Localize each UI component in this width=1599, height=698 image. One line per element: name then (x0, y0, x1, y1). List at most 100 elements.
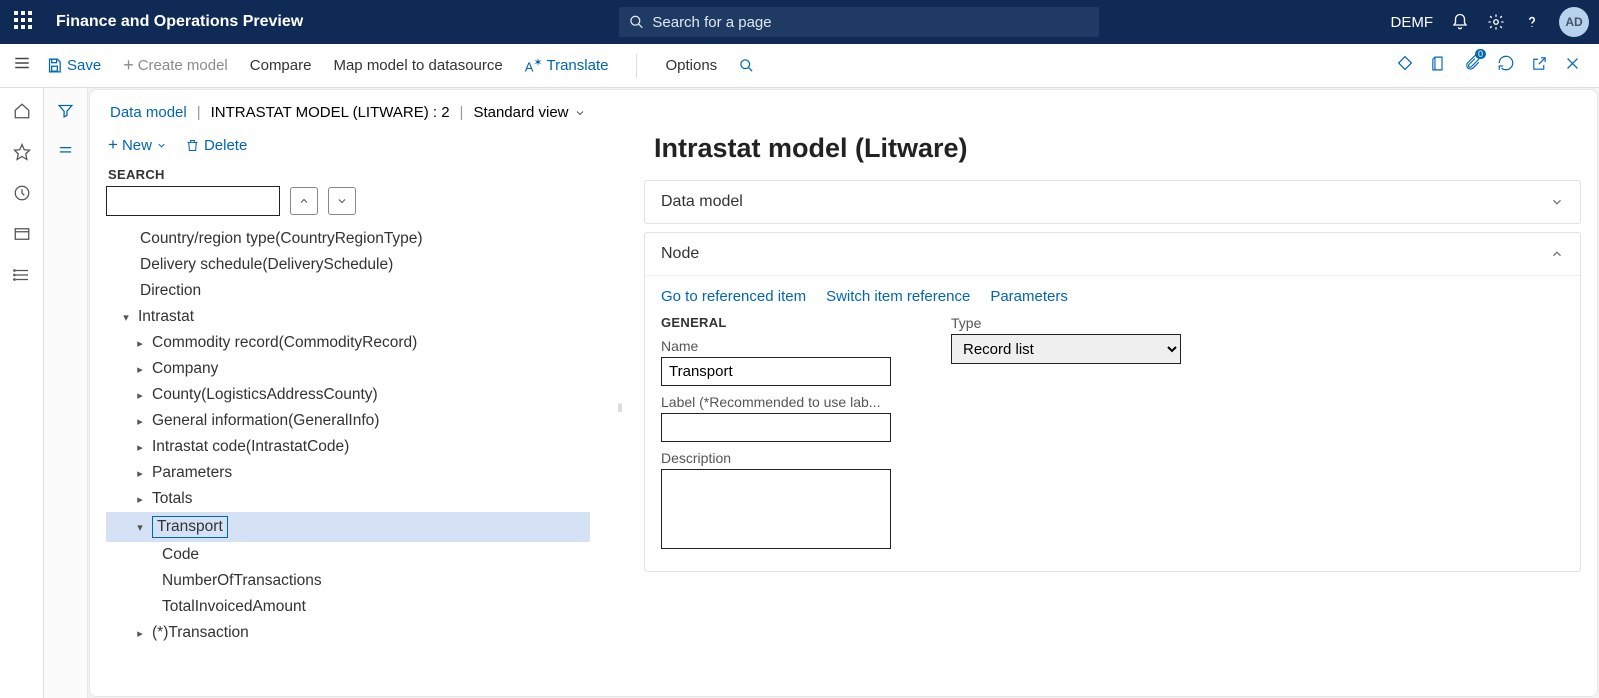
delete-button[interactable]: Delete (185, 135, 247, 155)
related-icon[interactable] (57, 142, 74, 164)
global-search-box[interactable] (619, 7, 1099, 37)
tree-node[interactable]: ▸County(LogisticsAddressCounty) (106, 382, 590, 408)
caret-down-icon: ▾ (134, 521, 146, 534)
section-header[interactable]: Node (645, 233, 1580, 275)
type-field-label: Type (951, 315, 1181, 331)
modules-icon[interactable] (13, 266, 31, 289)
delete-label: Delete (204, 137, 247, 154)
description-field-label: Description (661, 450, 891, 466)
link-switch-reference[interactable]: Switch item reference (826, 288, 970, 305)
bell-icon[interactable] (1451, 13, 1469, 31)
link-parameters[interactable]: Parameters (990, 288, 1068, 305)
tree-node[interactable]: ▾Intrastat (106, 304, 590, 330)
new-button[interactable]: + New (108, 135, 167, 155)
tree-node[interactable]: TotalInvoicedAmount (106, 594, 590, 620)
filter-rail (44, 88, 88, 698)
tree-node[interactable]: ▸Totals (106, 486, 590, 512)
close-icon[interactable] (1564, 55, 1581, 77)
workspace-icon[interactable] (13, 225, 31, 248)
recent-icon[interactable] (13, 184, 31, 207)
label-field[interactable] (661, 413, 891, 442)
breadcrumb-root[interactable]: Data model (110, 104, 187, 121)
type-field[interactable]: Record list (951, 334, 1181, 364)
paper-icon[interactable] (1430, 55, 1447, 77)
popout-icon[interactable] (1531, 55, 1548, 77)
gear-icon[interactable] (1487, 13, 1505, 31)
section-node: Node Go to referenced item Switch item r… (644, 232, 1581, 572)
home-icon[interactable] (13, 102, 31, 125)
separator (636, 54, 637, 78)
tree-node[interactable]: ▸Company (106, 356, 590, 382)
chevron-down-icon (336, 195, 348, 207)
filter-icon[interactable] (57, 102, 74, 124)
map-model-button[interactable]: Map model to datasource (331, 53, 504, 78)
tree-node[interactable]: Delivery schedule(DeliverySchedule) (106, 252, 590, 278)
search-down-button[interactable] (328, 187, 356, 215)
tree-node[interactable]: NumberOfTransactions (106, 568, 590, 594)
help-icon[interactable] (1523, 13, 1541, 31)
page-title: Intrastat model (Litware) (644, 129, 1581, 180)
inline-search-button[interactable] (737, 54, 756, 77)
caret-right-icon: ▸ (134, 415, 146, 428)
tree-node[interactable]: Country/region type(CountryRegionType) (106, 226, 590, 252)
save-label: Save (67, 57, 101, 74)
company-code[interactable]: DEMF (1391, 14, 1434, 31)
chevron-down-icon (156, 140, 167, 151)
caret-right-icon: ▸ (134, 363, 146, 376)
compare-button[interactable]: Compare (248, 53, 314, 78)
description-field[interactable] (661, 469, 891, 549)
translate-button[interactable]: A✶ Translate (523, 52, 611, 78)
name-field[interactable] (661, 357, 891, 386)
save-button[interactable]: Save (44, 53, 103, 78)
section-title: Node (661, 245, 699, 263)
tree-search-input[interactable] (106, 186, 280, 216)
create-model-label: Create model (138, 57, 228, 74)
tree-node[interactable]: ▸Intrastat code(IntrastatCode) (106, 434, 590, 460)
tree-node[interactable]: Code (106, 542, 590, 568)
general-section-label: GENERAL (661, 315, 891, 330)
global-search-input[interactable] (652, 14, 1089, 31)
separator: | (460, 104, 464, 121)
hamburger-icon[interactable] (8, 54, 36, 77)
search-up-button[interactable] (290, 187, 318, 215)
trash-icon (185, 138, 200, 153)
tree-node[interactable]: Direction (106, 278, 590, 304)
caret-right-icon: ▸ (134, 389, 146, 402)
tree-node[interactable]: ▸General information(GeneralInfo) (106, 408, 590, 434)
star-icon[interactable] (13, 143, 31, 166)
section-data-model: Data model (644, 180, 1581, 224)
name-field-label: Name (661, 338, 891, 354)
caret-right-icon: ▸ (134, 493, 146, 506)
breadcrumb-title: INTRASTAT MODEL (LITWARE) : 2 (211, 104, 450, 121)
caret-right-icon: ▸ (134, 337, 146, 350)
chevron-up-icon (298, 195, 310, 207)
tree-node[interactable]: ▸Commodity record(CommodityRecord) (106, 330, 590, 356)
create-model-button[interactable]: + Create model (121, 51, 230, 80)
caret-right-icon: ▸ (134, 467, 146, 480)
user-avatar[interactable]: AD (1559, 7, 1589, 37)
tree-node[interactable]: ▸Parameters (106, 460, 590, 486)
caret-right-icon: ▸ (134, 627, 146, 640)
caret-right-icon: ▸ (134, 441, 146, 454)
search-section-label: SEARCH (108, 167, 596, 182)
app-launcher-icon[interactable] (14, 11, 36, 33)
tree-node[interactable]: ▸(*)Transaction (106, 620, 590, 646)
diamond-icon[interactable] (1396, 54, 1414, 77)
link-go-to-referenced[interactable]: Go to referenced item (661, 288, 806, 305)
splitter-handle[interactable]: ‖ (616, 129, 624, 686)
chevron-up-icon (1550, 247, 1564, 261)
chevron-down-icon (1550, 195, 1564, 209)
view-label: Standard view (473, 104, 568, 121)
chevron-down-icon (574, 107, 586, 119)
section-header[interactable]: Data model (645, 181, 1580, 223)
refresh-icon[interactable] (1497, 54, 1515, 77)
attachment-icon[interactable]: 0 (1463, 54, 1481, 77)
map-model-label: Map model to datasource (333, 57, 502, 74)
view-selector[interactable]: Standard view (473, 104, 585, 121)
main-nav-rail (0, 88, 44, 698)
section-title: Data model (661, 193, 743, 211)
tree-node-selected[interactable]: ▾Transport (106, 512, 590, 542)
options-button[interactable]: Options (663, 53, 719, 78)
caret-down-icon: ▾ (120, 311, 132, 324)
label-field-label: Label (*Recommended to use lab... (661, 394, 891, 410)
